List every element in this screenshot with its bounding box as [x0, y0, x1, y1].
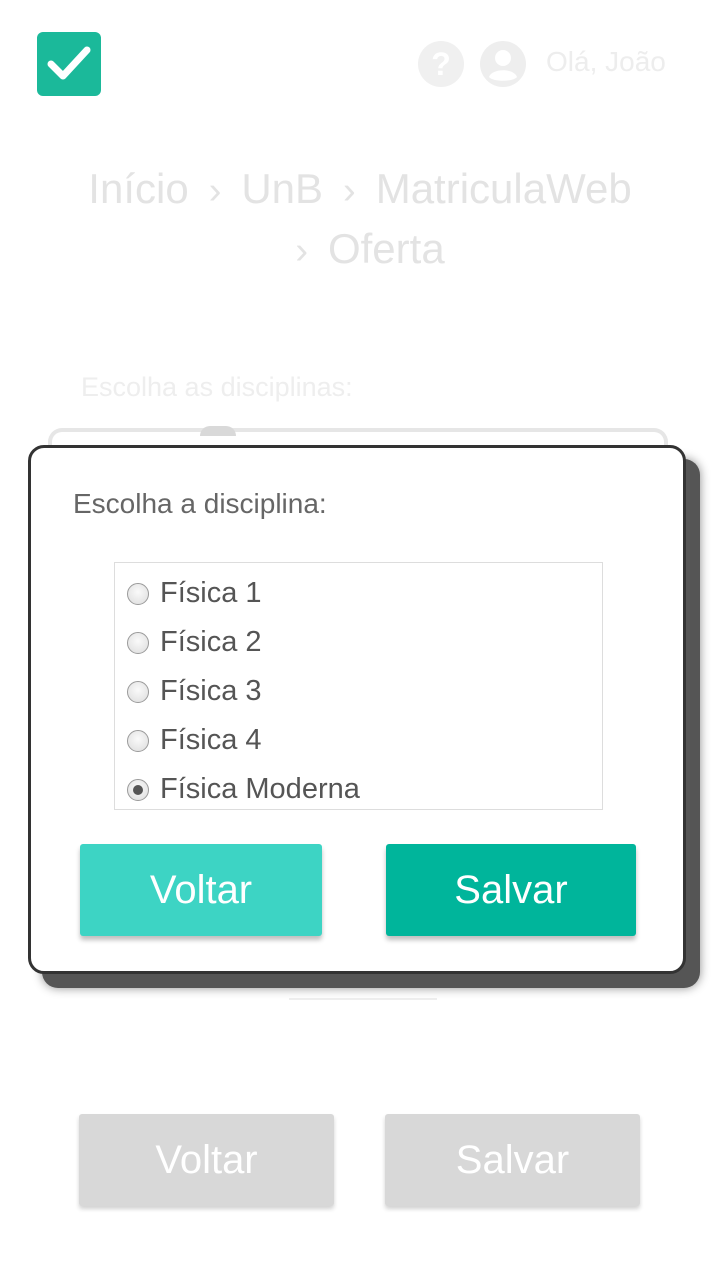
subjects-container-knob	[200, 426, 236, 436]
dialog-save-button[interactable]: Salvar	[386, 844, 636, 936]
radio-button[interactable]	[127, 631, 149, 654]
option-label: Física 1	[160, 577, 262, 609]
divider	[289, 998, 437, 1000]
subject-option-fisica-1[interactable]: Física 1	[115, 569, 602, 618]
help-icon[interactable]: ?	[418, 41, 464, 87]
subject-option-fisica-4[interactable]: Física 4	[115, 716, 602, 765]
subject-option-fisica-moderna[interactable]: Física Moderna	[115, 765, 602, 814]
subject-dialog: Escolha a disciplina: Física 1 Física 2 …	[28, 445, 686, 974]
user-greeting: Olá, João	[546, 46, 666, 77]
breadcrumb-item-matriculaweb[interactable]: MatriculaWeb	[376, 165, 632, 212]
check-logo-icon[interactable]	[37, 32, 101, 96]
radio-button[interactable]	[127, 729, 149, 752]
radio-button-selected[interactable]	[127, 778, 149, 801]
chevron-right-icon: ›	[295, 230, 308, 272]
chevron-right-icon: ›	[208, 170, 222, 212]
subject-option-list: Física 1 Física 2 Física 3 Física 4 Físi…	[114, 562, 603, 810]
back-button[interactable]: Voltar	[79, 1114, 334, 1206]
breadcrumb-item-inicio[interactable]: Início	[88, 165, 188, 212]
breadcrumb-item-oferta[interactable]: Oferta	[328, 225, 445, 272]
radio-button[interactable]	[127, 582, 149, 605]
chevron-right-icon: ›	[343, 170, 356, 212]
radio-button[interactable]	[127, 680, 149, 703]
page: ? Olá, João Início › UnB › MatriculaWeb › Ofe…	[0, 0, 720, 1280]
user-avatar-icon[interactable]	[480, 41, 526, 87]
breadcrumb-item-unb[interactable]: UnB	[241, 165, 323, 212]
breadcrumb: Início › UnB › MatriculaWeb › Oferta	[40, 160, 680, 280]
choose-subjects-label: Escolha as disciplinas:	[81, 372, 353, 402]
save-button[interactable]: Salvar	[385, 1114, 640, 1206]
option-label: Física 3	[160, 675, 262, 707]
subject-option-fisica-3[interactable]: Física 3	[115, 667, 602, 716]
option-label: Física 4	[160, 724, 262, 756]
option-label: Física Moderna	[160, 773, 360, 805]
subject-option-fisica-2[interactable]: Física 2	[115, 618, 602, 667]
option-label: Física 2	[160, 626, 262, 658]
dialog-back-button[interactable]: Voltar	[80, 844, 322, 936]
dialog-title: Escolha a disciplina:	[73, 488, 327, 519]
